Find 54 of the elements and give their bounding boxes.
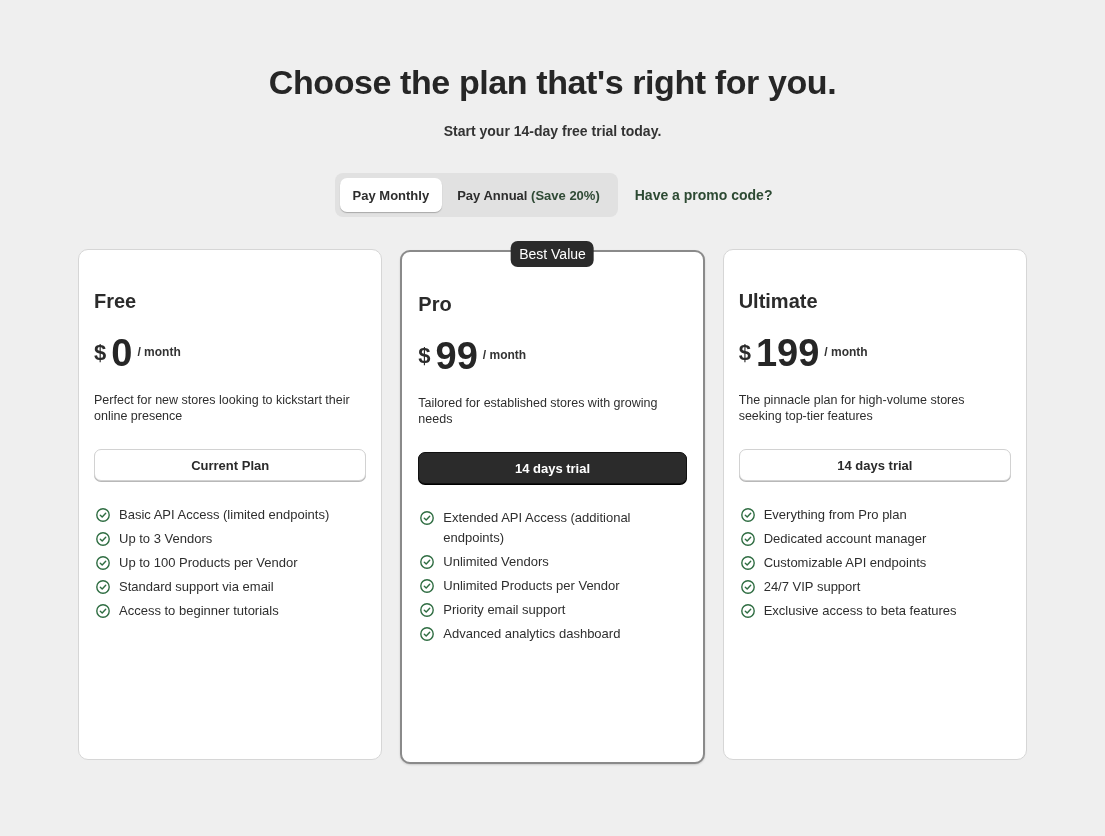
check-circle-icon <box>740 508 755 522</box>
price-period: / month <box>137 345 181 359</box>
best-value-badge: Best Value <box>511 241 594 267</box>
feature-text: Unlimited Products per Vendor <box>443 577 620 595</box>
check-circle-icon <box>740 532 755 546</box>
plan-description: Tailored for established stores with growing needs <box>418 395 659 427</box>
check-circle-icon <box>420 511 435 525</box>
feature-text: Access to beginner tutorials <box>119 602 279 620</box>
feature-text: Unlimited Vendors <box>443 553 549 571</box>
check-circle-icon <box>96 532 110 546</box>
plan-price: 99 <box>435 334 478 378</box>
feature-text: Extended API Access (additional endpoints) <box>443 509 632 547</box>
price-period: / month <box>482 348 527 362</box>
plan-price: 199 <box>755 331 820 375</box>
plan-button[interactable]: 14 days trial <box>738 449 1011 481</box>
page-title: Choose the plan that's right for you. <box>268 62 837 102</box>
check-circle-icon <box>420 603 435 617</box>
check-circle-icon <box>96 508 110 522</box>
feature-text: Basic API Access (limited endpoints) <box>119 506 330 524</box>
plan-name: Free <box>94 289 137 313</box>
feature-text: 24/7 VIP support <box>763 578 861 596</box>
price-period: / month <box>824 345 868 359</box>
check-circle-icon <box>420 579 435 593</box>
feature-text: Advanced analytics dashboard <box>443 625 621 643</box>
plan-button[interactable]: 14 days trial <box>418 452 687 484</box>
feature-text: Exclusive access to beta features <box>763 602 957 620</box>
currency-symbol: $ <box>738 340 751 366</box>
feature-text: Priority email support <box>443 601 566 619</box>
feature-text: Customizable API endpoints <box>763 554 927 572</box>
check-circle-icon <box>420 555 435 569</box>
plan-name: Pro <box>418 292 452 316</box>
promo-code-link[interactable]: Have a promo code? <box>634 187 773 203</box>
check-circle-icon <box>96 604 110 618</box>
check-circle-icon <box>740 604 755 618</box>
check-circle-icon <box>96 556 110 570</box>
feature-text: Up to 3 Vendors <box>119 530 213 548</box>
currency-symbol: $ <box>94 340 107 366</box>
feature-text: Everything from Pro plan <box>763 506 907 524</box>
check-circle-icon <box>96 580 110 594</box>
feature-text: Dedicated account manager <box>763 530 927 548</box>
check-circle-icon <box>740 556 755 570</box>
feature-text: Up to 100 Products per Vendor <box>119 554 298 572</box>
page-subtitle: Start your 14-day free trial today. <box>443 122 662 140</box>
plan-description: Perfect for new stores looking to kickstart their online presence <box>94 392 351 424</box>
plan-button[interactable]: Current Plan <box>94 449 367 481</box>
check-circle-icon <box>420 627 435 641</box>
billing-tab[interactable]: Pay Monthly <box>339 178 443 212</box>
plan-price: 0 <box>111 331 133 375</box>
feature-text: Standard support via email <box>119 578 274 596</box>
currency-symbol: $ <box>418 343 431 369</box>
check-circle-icon <box>740 580 755 594</box>
plan-description: The pinnacle plan for high-volume stores seeking top-tier features <box>738 392 966 424</box>
billing-tab[interactable]: Pay Annual (Save 20%) <box>444 178 613 212</box>
plan-name: Ultimate <box>738 289 818 313</box>
